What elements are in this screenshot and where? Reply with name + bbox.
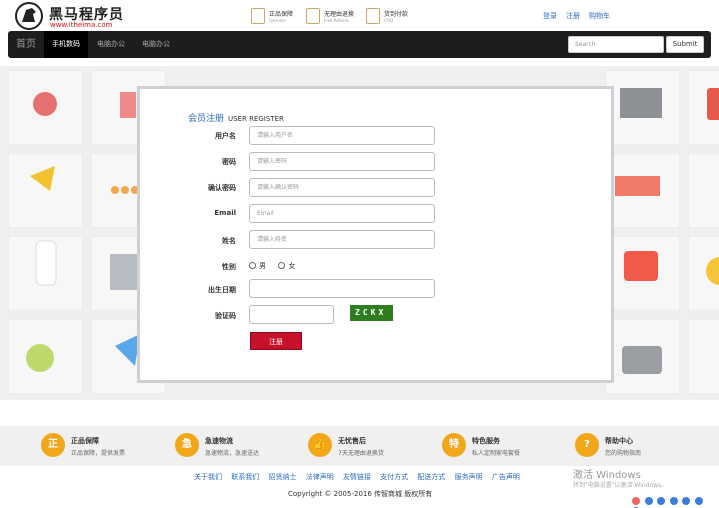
nav-item-phones[interactable]: 手机数码 [44, 31, 88, 58]
username-label: 用户名 [215, 132, 236, 140]
register-card: 会员注册 USER REGISTER 用户名 请输入用户名 密码 请输入密码 确认… [140, 89, 611, 380]
help-icon: ? [575, 433, 599, 457]
genuine-icon: 正 [41, 433, 65, 457]
captcha-input[interactable] [249, 305, 334, 324]
footer-link-legal[interactable]: 法律声明 [306, 473, 334, 481]
confirm-password-input[interactable]: 请输入确认密码 [249, 178, 435, 197]
gender-male-radio[interactable] [249, 262, 256, 269]
system-tray [632, 497, 716, 508]
footer-link-about[interactable]: 关于我们 [194, 473, 222, 481]
nav-item-computers-2[interactable]: 电脑办公 [134, 31, 178, 58]
nav-item-computers[interactable]: 电脑办公 [89, 31, 133, 58]
captcha-label: 验证码 [215, 312, 236, 320]
register-button[interactable]: 注册 [250, 332, 302, 350]
username-input[interactable]: 请输入用户名 [249, 126, 435, 145]
nav-home[interactable]: 首页 [8, 31, 44, 58]
moon-icon[interactable] [657, 497, 666, 505]
name-input[interactable]: 请输入姓名 [249, 230, 435, 249]
thumbs-up-icon: 👍 [308, 433, 332, 457]
logo-url: www.itheima.com [50, 21, 113, 29]
footer-features: 正 正品保障 正品保障，提供发票 急 急速物流 急速物流，急速送达 👍 无忧售后… [0, 426, 719, 466]
email-label: Email [214, 209, 236, 217]
register-link[interactable]: 注册 [566, 11, 580, 21]
email-input[interactable]: Email [249, 204, 435, 223]
footer-link-payment[interactable]: 支付方式 [380, 473, 408, 481]
gender-label: 性别 [222, 263, 236, 271]
submit-button[interactable]: Submit [666, 36, 704, 53]
windows-activation-subtext: 转到"电脑设置"以激活 Windows。 [573, 482, 668, 489]
cart-link[interactable]: 购物车 [589, 11, 610, 21]
horse-logo-icon [15, 2, 43, 30]
keyboard-icon[interactable] [682, 497, 691, 505]
shield-icon [251, 8, 265, 24]
captcha-image[interactable]: ZCKX [350, 305, 393, 321]
return-icon [306, 8, 320, 24]
logo[interactable]: 黑马程序员 www.itheima.com [14, 2, 154, 30]
search-input[interactable]: Search [568, 36, 664, 53]
windows-activation-watermark: 激活 Windows [573, 470, 641, 481]
birthday-label: 出生日期 [208, 286, 236, 294]
special-icon: 特 [442, 433, 466, 457]
footer-link-ads[interactable]: 广告声明 [492, 473, 520, 481]
footer-link-delivery[interactable]: 配送方式 [417, 473, 445, 481]
name-label: 姓名 [222, 237, 236, 245]
footer-link-friends[interactable]: 友情链接 [343, 473, 371, 481]
password-input[interactable]: 请输入密码 [249, 152, 435, 171]
volume-icon[interactable] [669, 497, 678, 505]
copyright: Copyright © 2005-2016 传智商城 版权所有 [288, 490, 433, 498]
form-title: 会员注册 USER REGISTER [188, 114, 284, 124]
gender-radio-group: 男 女 [249, 261, 295, 271]
gender-female-radio[interactable] [278, 262, 286, 269]
ime-icon[interactable] [632, 497, 640, 505]
birthday-input[interactable] [249, 279, 435, 298]
top-header: 黑马程序员 www.itheima.com 正品保障 Genuine 无理由退换… [0, 0, 719, 31]
footer-link-service[interactable]: 服务声明 [455, 473, 483, 481]
footer-link-jobs[interactable]: 招贤纳士 [268, 473, 296, 481]
confirm-password-label: 确认密码 [208, 184, 236, 192]
nav-bar: 首页 手机数码 电脑办公 电脑办公 Search Submit [8, 31, 711, 58]
password-label: 密码 [222, 158, 236, 166]
network-icon[interactable] [694, 497, 703, 505]
money-icon [366, 8, 380, 24]
language-icon[interactable] [644, 497, 653, 505]
footer-links: 关于我们 联系我们 招贤纳士 法律声明 友情链接 支付方式 配送方式 服务声明 … [194, 472, 527, 482]
footer-link-contact[interactable]: 联系我们 [231, 473, 259, 481]
login-link[interactable]: 登录 [543, 11, 557, 21]
truck-icon: 急 [175, 433, 199, 457]
